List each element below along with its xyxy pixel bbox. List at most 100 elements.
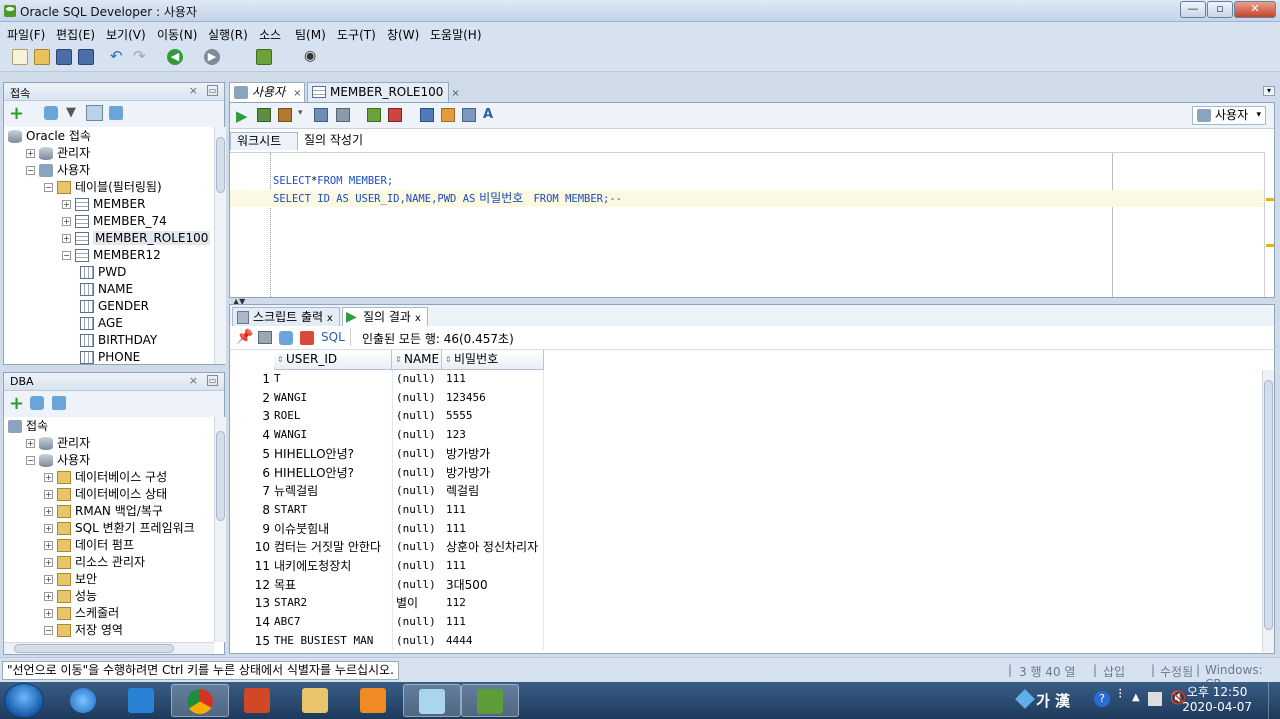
network-icon[interactable] — [1148, 692, 1162, 706]
schema-browser-icon[interactable] — [86, 105, 103, 121]
expand-icon[interactable]: + — [26, 149, 35, 158]
sql-line-1[interactable]: SELECT*FROM MEMBER; — [273, 173, 393, 190]
close-icon[interactable]: x — [415, 313, 421, 324]
taskbar-chrome[interactable] — [171, 684, 229, 717]
tree-item[interactable]: + MEMBER — [62, 196, 145, 213]
sql-editor[interactable]: SELECT*FROM MEMBER; SELECT ID AS USER_ID… — [230, 152, 1266, 297]
taskbar-internet-explorer[interactable] — [55, 684, 113, 717]
filter-icon[interactable]: ▼ — [66, 105, 76, 120]
connection-selector[interactable]: 사용자 ▾ — [1192, 106, 1266, 125]
tab-query-result[interactable]: ▶ 질의 결과 x — [342, 307, 428, 327]
table-cell[interactable]: 5555 — [446, 407, 546, 426]
table-cell[interactable]: 컴터는 거짓말 안한다 — [274, 538, 392, 557]
menu-tools[interactable]: 도구(T) — [337, 26, 376, 43]
tree-item[interactable]: + 데이터베이스 구성 — [44, 469, 167, 486]
table-cell[interactable]: (null) — [396, 464, 444, 483]
pin-icon[interactable]: 📌 — [236, 329, 253, 345]
save-all-icon[interactable] — [78, 49, 94, 65]
warning-marker[interactable] — [1266, 198, 1274, 201]
table-cell[interactable]: (null) — [396, 520, 444, 539]
cancel-query-icon[interactable] — [300, 331, 314, 345]
close-icon[interactable]: × — [293, 88, 301, 99]
table-row[interactable]: 9 이슈붓힘내 (null) 111 — [230, 519, 1260, 539]
table-cell[interactable]: (null) — [396, 445, 444, 464]
refresh-icon[interactable] — [44, 106, 58, 120]
menu-help[interactable]: 도움말(H) — [430, 26, 482, 43]
tree-collapse-icon[interactable] — [109, 106, 123, 120]
table-cell[interactable]: (null) — [396, 370, 444, 389]
table-cell[interactable]: 뉴렉걸림 — [274, 482, 392, 501]
table-row[interactable]: 2 WANGI (null) 123456 — [230, 388, 1260, 408]
table-cell[interactable]: THE BUSIEST MAN — [274, 632, 392, 651]
table-cell[interactable]: 112 — [446, 594, 546, 613]
table-row[interactable]: 14 ABC7 (null) 111 — [230, 613, 1260, 632]
show-hidden-icons[interactable]: ▲ — [1132, 692, 1140, 703]
expand-icon[interactable]: + — [44, 575, 53, 584]
editor-overview-ruler[interactable] — [1264, 152, 1274, 297]
tree-item[interactable]: + 관리자 — [26, 145, 90, 162]
collapse-icon[interactable]: − — [26, 166, 35, 175]
close-icon[interactable]: x — [327, 313, 333, 324]
save-icon[interactable] — [56, 49, 72, 65]
table-cell[interactable]: 123456 — [446, 389, 546, 408]
table-cell[interactable]: 렉걸림 — [446, 482, 546, 501]
table-cell[interactable]: 목표 — [274, 576, 392, 595]
table-cell[interactable]: STAR2 — [274, 594, 392, 613]
tree-item[interactable]: + 데이터베이스 상태 — [44, 486, 167, 503]
table-row[interactable]: 5 HIHELLO안녕? (null) 방가방가 — [230, 444, 1260, 464]
tab-worksheet-editor[interactable]: 워크시트 — [230, 132, 298, 150]
new-file-icon[interactable] — [12, 49, 28, 65]
tree-item[interactable]: AGE — [80, 315, 123, 332]
expand-icon[interactable]: + — [26, 439, 35, 448]
tree-item[interactable]: GENDER — [80, 298, 149, 315]
tree-item[interactable]: Oracle 접속 — [8, 128, 91, 145]
dba-scrollbar[interactable] — [214, 417, 226, 642]
undo-icon[interactable]: ↶ — [110, 49, 126, 65]
cancel-icon[interactable] — [336, 108, 350, 122]
collapse-icon[interactable]: − — [44, 626, 53, 635]
taskbar-notepad[interactable] — [403, 684, 461, 717]
table-cell[interactable]: 111 — [446, 613, 546, 632]
rollback-icon[interactable] — [314, 108, 328, 122]
table-row[interactable]: 15 THE BUSIEST MAN (null) 4444 — [230, 631, 1260, 651]
menu-source[interactable]: 소스 — [259, 26, 281, 43]
tree-item[interactable]: − MEMBER12 — [62, 247, 161, 264]
taskbar-sql-developer[interactable] — [461, 684, 519, 717]
menu-team[interactable]: 팀(M) — [295, 26, 326, 43]
column-header-user-id[interactable]: ⇕ USER_ID — [274, 350, 392, 370]
redo-icon[interactable]: ↷ — [133, 49, 149, 65]
add-connection-icon[interactable]: + — [9, 393, 24, 414]
tree-item[interactable]: + 성능 — [44, 588, 97, 605]
expand-icon[interactable]: + — [62, 217, 71, 226]
table-cell[interactable]: HIHELLO안녕? — [274, 464, 392, 483]
tree-item[interactable]: − 저장 영역 — [44, 622, 123, 639]
tree-item[interactable]: − 사용자 — [26, 162, 90, 179]
explain-plan-icon[interactable] — [367, 108, 381, 122]
format-icon[interactable]: A — [483, 107, 493, 122]
tree-item[interactable]: BIRTHDAY — [80, 332, 157, 349]
refresh-icon[interactable] — [30, 396, 44, 410]
table-cell[interactable]: 내키에도청장치 — [274, 557, 392, 576]
tab-script-output[interactable]: 스크립트 출력 x — [232, 307, 340, 327]
refresh-icon[interactable] — [279, 331, 293, 345]
table-cell[interactable]: (null) — [396, 426, 444, 445]
expand-icon[interactable]: + — [44, 524, 53, 533]
tree-item[interactable]: PWD — [80, 264, 126, 281]
table-cell[interactable]: START — [274, 501, 392, 520]
table-cell[interactable]: 방가방가 — [446, 445, 546, 464]
table-row[interactable]: 4 WANGI (null) 123 — [230, 426, 1260, 445]
close-button[interactable]: ✕ — [1234, 1, 1276, 18]
table-cell[interactable]: 별이 — [396, 594, 444, 613]
taskbar-media-player[interactable] — [345, 684, 403, 717]
tree-item[interactable]: NAME — [80, 281, 133, 298]
table-row[interactable]: 13 STAR2 별이 112 — [230, 594, 1260, 614]
table-row[interactable]: 3 ROEL (null) 5555 — [230, 407, 1260, 427]
table-cell[interactable]: (null) — [396, 576, 444, 595]
clear-icon[interactable] — [441, 108, 455, 122]
table-cell[interactable]: (null) — [396, 389, 444, 408]
table-cell[interactable]: (null) — [396, 482, 444, 501]
warning-marker[interactable] — [1266, 244, 1274, 247]
history-icon[interactable] — [462, 108, 476, 122]
table-cell[interactable]: ROEL — [274, 407, 392, 426]
tree-item[interactable]: − 테이블(필터링됨) — [44, 179, 162, 196]
